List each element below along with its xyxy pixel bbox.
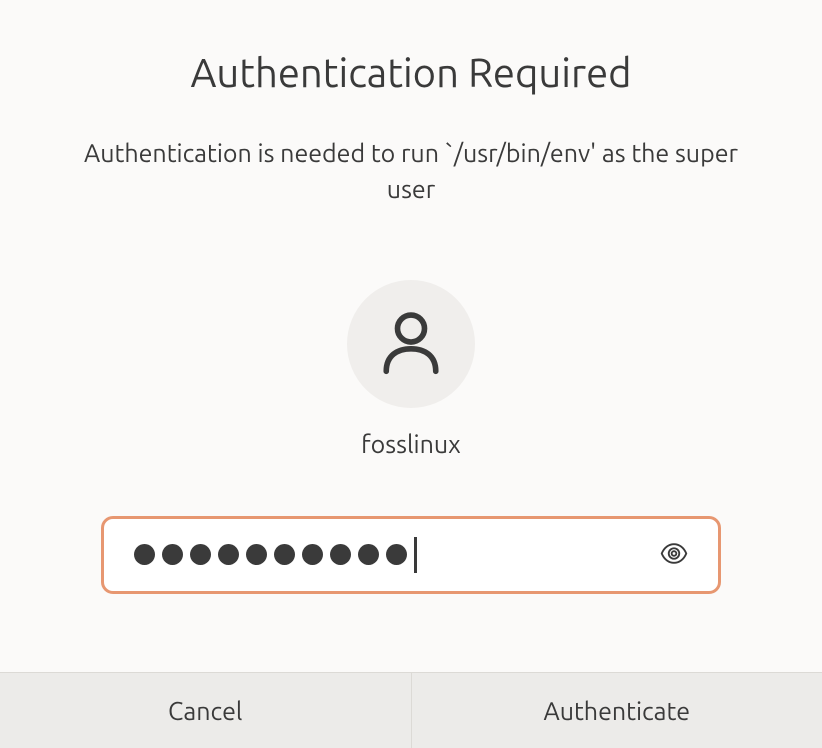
cancel-button[interactable]: Cancel	[0, 673, 412, 748]
password-input[interactable]	[101, 516, 721, 594]
authenticate-button[interactable]: Authenticate	[412, 673, 822, 748]
dialog-button-bar: Cancel Authenticate	[0, 672, 822, 748]
password-masked-value	[134, 537, 417, 573]
toggle-password-visibility-button[interactable]	[660, 539, 688, 570]
dialog-title: Authentication Required	[190, 50, 631, 95]
person-icon	[375, 306, 447, 382]
dialog-message: Authentication is needed to run `/usr/bi…	[61, 135, 761, 208]
eye-icon	[660, 539, 688, 570]
user-avatar	[347, 280, 475, 408]
username-label: fosslinux	[361, 430, 461, 458]
auth-dialog-content: Authentication Required Authentication i…	[0, 0, 822, 672]
